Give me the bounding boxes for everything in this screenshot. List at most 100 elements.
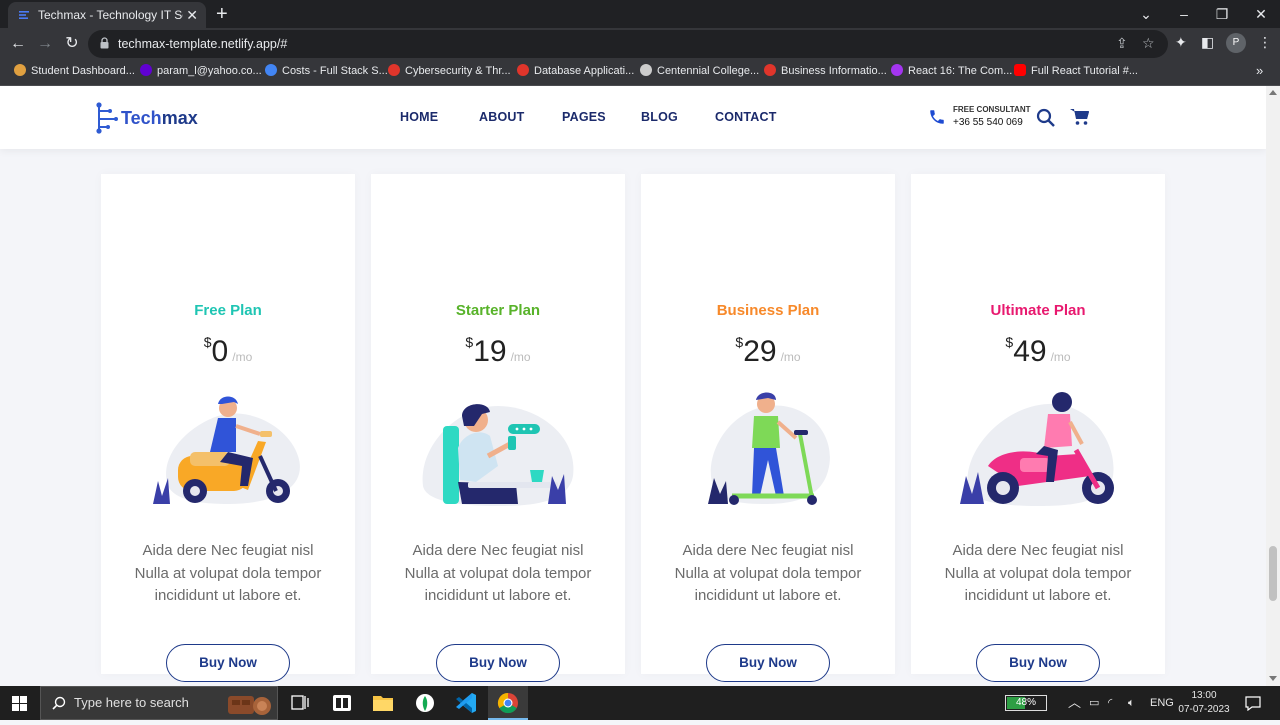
bookmark-favicon-icon [265,64,277,76]
plan-price: $29/mo [735,334,801,368]
web-page: Techmax HOME ABOUT PAGES BLOG CONTACT FR… [0,86,1266,686]
plan-name: Ultimate Plan [990,302,1086,319]
pricing-card-business: Business Plan $29/mo Aida dere Nec feugi… [641,174,895,682]
notifications-icon[interactable] [1245,695,1261,711]
pricing-card-free: Free Plan $0/mo Aida dere Nec feugiat ni… [101,174,355,682]
nav-blog[interactable]: BLOG [641,86,678,149]
plan-name: Business Plan [716,302,820,319]
plan-price: $19/mo [465,334,531,368]
buy-now-button[interactable]: Buy Now [166,644,290,682]
minimize-icon[interactable]: – [1165,0,1203,28]
battery-percent: 48% [1015,697,1036,708]
chocolate-icon [228,696,271,715]
bookmark-favicon-icon [891,64,903,76]
reload-icon[interactable]: ↻ [60,32,84,56]
maximize-icon[interactable]: ❐ [1203,0,1241,28]
lock-icon [100,37,109,49]
new-tab-button[interactable]: + [216,3,228,25]
bookmark-item[interactable]: Centennial College... [640,60,759,86]
chevron-up-icon[interactable]: ︿ [1068,686,1081,720]
bookmark-item[interactable]: Student Dashboard... [14,60,135,86]
nav-about[interactable]: ABOUT [479,86,524,149]
plan-description: Aida dere Nec feugiat nisl Nulla at volu… [674,542,862,604]
page-scrollbar[interactable] [1266,86,1280,686]
kick-scooter-icon [708,392,830,505]
chrome-icon[interactable] [488,686,528,720]
share-icon[interactable]: ⇪ [1116,35,1128,52]
back-icon[interactable]: ← [6,32,30,56]
buy-now-button[interactable]: Buy Now [436,644,560,682]
plan-description: Aida dere Nec feugiat nisl Nulla at volu… [134,542,322,604]
language-indicator[interactable]: ENG [1150,686,1174,720]
tab-search-icon[interactable]: ⌄ [1127,0,1165,28]
vscode-icon[interactable] [446,686,486,720]
buy-now-button[interactable]: Buy Now [706,644,830,682]
browser-titlebar: Techmax - Technology IT Solution ✕ + ⌄ –… [0,0,1280,28]
bookmarks-bar: Student Dashboard... param_l@yahoo.co...… [0,60,1280,86]
bookmark-item[interactable]: Business Informatio... [764,60,887,86]
plan-name: Starter Plan [455,302,541,319]
plan-description: Aida dere Nec feugiat nisl Nulla at volu… [404,542,592,604]
consultant-label: FREE CONSULTANT [953,105,1031,114]
bookmark-favicon-icon [764,64,776,76]
bookmark-favicon-icon [517,64,529,76]
site-logo[interactable]: Techmax [93,101,198,135]
nav-pages[interactable]: PAGES [562,86,606,149]
bookmarks-overflow-icon[interactable]: » [1256,60,1263,86]
battery-indicator[interactable]: 48% [1005,695,1047,711]
speaker-icon[interactable]: 🔈︎ [1128,686,1135,720]
bookmark-item[interactable]: React 16: The Com... [891,60,1012,86]
close-window-icon[interactable]: ✕ [1242,0,1280,28]
scooter-rider-icon [153,396,300,504]
plan-price: $49/mo [1005,334,1071,368]
address-bar[interactable]: techmax-template.netlify.app/# ⇪ ☆ [88,30,1168,58]
file-explorer-icon[interactable] [363,686,403,720]
battery-icon[interactable]: ▭ [1089,686,1099,720]
bookmark-favicon-icon [140,64,152,76]
scroll-up-icon[interactable] [1269,90,1277,95]
motorbike-rider-icon [960,392,1114,506]
widgets-app-icon[interactable] [322,686,362,720]
browser-tab[interactable]: Techmax - Technology IT Solution ✕ [8,2,206,28]
wifi-icon[interactable]: ◜ [1108,686,1112,720]
phone-icon [930,110,944,124]
site-header: Techmax HOME ABOUT PAGES BLOG CONTACT FR… [0,86,1266,149]
taskbar-clock[interactable]: 13:00 07-07-2023 [1172,689,1236,717]
bookmark-item[interactable]: Database Applicati... [517,60,634,86]
tab-title: Techmax - Technology IT Solution [38,8,183,22]
bookmark-item[interactable]: Full React Tutorial #... [1014,60,1138,86]
consultant-phone: +36 55 540 069 [953,117,1023,128]
bookmark-star-icon[interactable]: ☆ [1142,35,1155,52]
buy-now-button[interactable]: Buy Now [976,644,1100,682]
taskbar-search[interactable]: Type here to search [40,686,278,720]
search-icon[interactable] [1036,108,1056,128]
pricing-card-starter: Starter Plan $19/mo Aida dere Nec feugia… [371,174,625,682]
side-panel-icon[interactable]: ◧ [1201,34,1214,51]
forward-icon[interactable]: → [33,32,57,56]
bookmark-item[interactable]: Costs - Full Stack S... [265,60,388,86]
menu-icon[interactable]: ⋮ [1258,34,1272,51]
bookmark-favicon-icon [14,64,26,76]
nav-home[interactable]: HOME [400,86,438,149]
taskbar-search-placeholder: Type here to search [74,695,189,710]
mongodb-compass-icon[interactable] [405,686,445,720]
extensions-icon[interactable]: ✦ [1175,34,1187,51]
clock-date: 07-07-2023 [1178,704,1230,715]
nav-contact[interactable]: CONTACT [715,86,777,149]
tab-close-icon[interactable]: ✕ [186,2,198,28]
windows-taskbar: Type here to search 48% ︿ ▭ ◜ 🔈︎ ENG 13:… [0,686,1280,720]
plan-name: Free Plan [194,302,262,319]
scroll-down-icon[interactable] [1269,676,1277,681]
profile-avatar[interactable]: P [1226,33,1246,53]
search-icon [52,696,66,710]
cart-icon[interactable] [1070,108,1090,126]
task-view-icon[interactable] [280,686,320,720]
bookmark-favicon-icon [388,64,400,76]
bookmark-item[interactable]: param_l@yahoo.co... [140,60,262,86]
plan-description: Aida dere Nec feugiat nisl Nulla at volu… [944,542,1132,604]
windows-start-icon[interactable] [12,696,27,711]
circuit-logo-icon [96,102,118,134]
scrollbar-thumb[interactable] [1269,546,1277,601]
bookmark-item[interactable]: Cybersecurity & Thr... [388,60,511,86]
pricing-card-ultimate: Ultimate Plan $49/mo Aida dere Nec feugi… [911,174,1165,682]
